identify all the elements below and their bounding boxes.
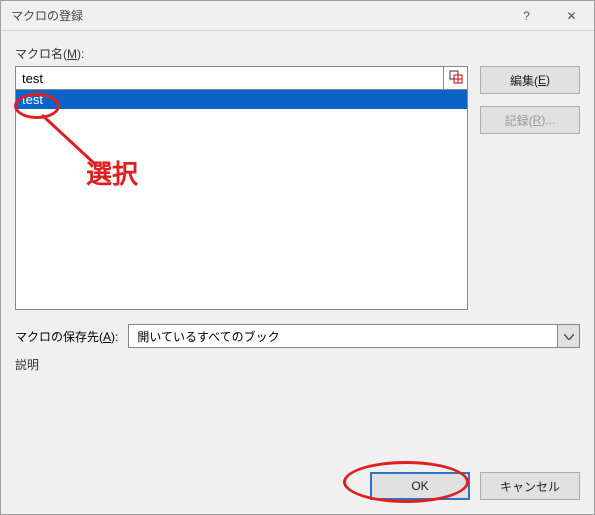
store-in-value: 開いているすべてのブック	[128, 324, 558, 348]
close-button[interactable]: ✕	[549, 1, 594, 31]
dialog-footer: OK キャンセル	[370, 472, 580, 500]
macro-name-input-wrap	[15, 66, 468, 90]
help-button[interactable]: ?	[504, 1, 549, 31]
dialog-macro-assign: マクロの登録 ? ✕ マクロ名(M):	[0, 0, 595, 515]
edit-button[interactable]: 編集(E)	[480, 66, 580, 94]
macro-name-input[interactable]	[15, 66, 444, 90]
dialog-title: マクロの登録	[11, 7, 83, 24]
ok-button[interactable]: OK	[370, 472, 470, 500]
macro-name-section: test 編集(E) 記録(R)...	[15, 66, 580, 310]
help-icon: ?	[523, 9, 530, 23]
dialog-body: マクロ名(M):	[1, 31, 594, 427]
record-button: 記録(R)...	[480, 106, 580, 134]
store-in-combo[interactable]: 開いているすべてのブック	[128, 324, 580, 348]
description-label: 説明	[15, 356, 580, 373]
macro-name-label: マクロ名(M):	[15, 45, 580, 62]
titlebar-controls: ? ✕	[504, 1, 594, 30]
close-icon: ✕	[566, 9, 576, 23]
macro-name-left: test	[15, 66, 468, 310]
description-area	[15, 377, 580, 417]
titlebar: マクロの登録 ? ✕	[1, 1, 594, 31]
macro-list[interactable]: test	[15, 90, 468, 310]
store-in-label: マクロの保存先(A):	[15, 328, 118, 345]
list-item[interactable]: test	[16, 90, 467, 109]
store-in-row: マクロの保存先(A): 開いているすべてのブック	[15, 324, 580, 348]
cancel-button[interactable]: キャンセル	[480, 472, 580, 500]
right-button-column: 編集(E) 記録(R)...	[480, 66, 580, 134]
chevron-down-icon	[564, 329, 574, 343]
reference-picker-icon	[449, 70, 463, 87]
store-in-dropdown-button[interactable]	[558, 324, 580, 348]
reference-picker-button[interactable]	[444, 66, 468, 90]
